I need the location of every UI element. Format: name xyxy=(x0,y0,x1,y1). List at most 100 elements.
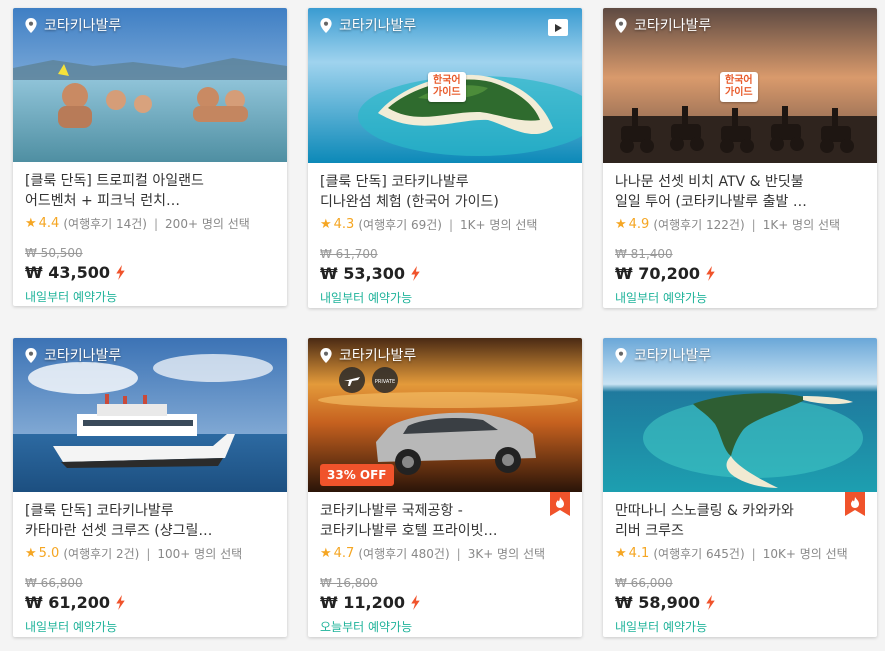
sale-price: ₩ 58,900 xyxy=(615,593,700,612)
price-row: ₩ 11,200 xyxy=(320,593,570,612)
review-count: (여행후기 645건) xyxy=(653,547,745,561)
lightning-icon xyxy=(706,266,715,281)
original-price: ₩ 50,500 xyxy=(25,246,83,260)
lightning-icon xyxy=(706,595,715,610)
activity-image[interactable]: PRIVATE 코타키나발루 33% OFF xyxy=(308,338,582,492)
map-pin-icon xyxy=(25,17,37,33)
rating-value: 5.0 xyxy=(38,546,60,561)
activity-image[interactable]: 코타키나발루 xyxy=(13,338,287,492)
rating-row: ★ 4.9 (여행후기 122건) | 1K+ 명의 선택 xyxy=(615,216,865,233)
booked-count: 1K+ 명의 선택 xyxy=(460,218,538,232)
availability-text: 내일부터 예약가능 xyxy=(25,290,118,304)
availability-text: 내일부터 예약가능 xyxy=(615,620,708,634)
sale-price: ₩ 53,300 xyxy=(320,264,405,283)
activity-card[interactable]: 코타키나발루 만따나니 스노클링 & 카와카와 리버 크루즈 ★ 4.1 (여행… xyxy=(603,338,877,637)
activity-image[interactable]: 코타키나발루 xyxy=(603,338,877,492)
sale-price: ₩ 61,200 xyxy=(25,593,110,612)
rating-row: ★ 4.7 (여행후기 480건) | 3K+ 명의 선택 xyxy=(320,545,570,562)
sale-price: ₩ 70,200 xyxy=(615,264,700,283)
location-text: 코타키나발루 xyxy=(339,348,417,364)
star-icon: ★ xyxy=(25,216,37,231)
location-label: 코타키나발루 xyxy=(320,345,416,365)
price-row: ₩ 58,900 xyxy=(615,593,865,612)
original-price: ₩ 66,000 xyxy=(615,576,673,590)
korean-guide-badge: 한국어 가이드 xyxy=(720,72,758,102)
divider: | xyxy=(154,216,159,231)
discount-badge: 33% OFF xyxy=(320,464,394,486)
availability-text: 내일부터 예약가능 xyxy=(615,291,708,305)
rating-value: 4.3 xyxy=(333,217,355,232)
price-row: ₩ 61,200 xyxy=(25,593,275,612)
map-pin-icon xyxy=(25,347,37,363)
korean-guide-badge: 한국어 가이드 xyxy=(428,72,466,102)
review-count: (여행후기 14건) xyxy=(63,217,147,231)
activity-card[interactable]: 코타키나발루 한국어 가이드 [클룩 단독] 코타키나발루 디나완섬 체험 (한… xyxy=(308,8,582,308)
booked-count: 200+ 명의 선택 xyxy=(165,217,250,231)
location-text: 코타키나발루 xyxy=(44,348,122,364)
divider: | xyxy=(456,546,461,561)
divider: | xyxy=(751,546,756,561)
location-label: 코타키나발루 xyxy=(615,345,711,365)
location-text: 코타키나발루 xyxy=(634,348,712,364)
activity-title[interactable]: 코타키나발루 국제공항 - 코타키나발루 호텔 프라이빗… xyxy=(320,501,570,541)
map-pin-icon xyxy=(320,347,332,363)
play-icon xyxy=(555,23,562,32)
map-pin-icon xyxy=(615,347,627,363)
activity-image[interactable]: 코타키나발루 한국어 가이드 xyxy=(308,8,582,163)
rating-row: ★ 4.4 (여행후기 14건) | 200+ 명의 선택 xyxy=(25,215,275,232)
lightning-icon xyxy=(116,265,125,280)
rating-value: 4.7 xyxy=(333,546,355,561)
original-price: ₩ 61,700 xyxy=(320,247,378,261)
activity-image[interactable]: 코타키나발루 한국어 가이드 xyxy=(603,8,877,163)
divider: | xyxy=(751,217,756,232)
activity-image[interactable]: 코타키나발루 xyxy=(13,8,287,162)
activity-card[interactable]: PRIVATE 코타키나발루 33% OFF 코타키나발루 국제공항 - 코타키… xyxy=(308,338,582,637)
activity-title[interactable]: [클룩 단독] 트로피컬 아일랜드 어드벤처 + 피크닉 런치… xyxy=(25,171,275,211)
activity-title[interactable]: 만따나니 스노클링 & 카와카와 리버 크루즈 xyxy=(615,501,865,541)
availability-text: 오늘부터 예약가능 xyxy=(320,620,413,634)
rating-row: ★ 5.0 (여행후기 2건) | 100+ 명의 선택 xyxy=(25,545,275,562)
divider: | xyxy=(449,217,454,232)
video-badge[interactable] xyxy=(548,19,568,36)
availability-text: 내일부터 예약가능 xyxy=(320,291,413,305)
activity-card[interactable]: 코타키나발루 [클룩 단독] 코타키나발루 카타마란 선셋 크루즈 (샹그릴… … xyxy=(13,338,287,637)
activity-title[interactable]: [클룩 단독] 코타키나발루 디나완섬 체험 (한국어 가이드) xyxy=(320,172,570,212)
hot-deal-icon xyxy=(845,492,865,516)
location-text: 코타키나발루 xyxy=(44,18,122,34)
location-text: 코타키나발루 xyxy=(634,18,712,34)
booked-count: 1K+ 명의 선택 xyxy=(762,218,841,232)
booked-count: 100+ 명의 선택 xyxy=(157,547,243,561)
star-icon: ★ xyxy=(615,546,627,561)
star-icon: ★ xyxy=(615,217,627,232)
review-count: (여행후기 122건) xyxy=(653,218,745,232)
star-icon: ★ xyxy=(25,546,37,561)
sale-price: ₩ 11,200 xyxy=(320,593,405,612)
location-label: 코타키나발루 xyxy=(320,15,416,35)
location-label: 코타키나발루 xyxy=(615,15,711,35)
lightning-icon xyxy=(411,266,420,281)
original-price: ₩ 81,400 xyxy=(615,247,673,261)
activity-title[interactable]: [클룩 단독] 코타키나발루 카타마란 선셋 크루즈 (샹그릴… xyxy=(25,501,275,541)
location-label: 코타키나발루 xyxy=(25,345,121,365)
lightning-icon xyxy=(116,595,125,610)
booked-count: 10K+ 명의 선택 xyxy=(762,547,848,561)
location-text: 코타키나발루 xyxy=(339,18,417,34)
activity-card[interactable]: 코타키나발루 한국어 가이드 나나문 선셋 비치 ATV & 반딧불 일일 투어… xyxy=(603,8,877,308)
availability-text: 내일부터 예약가능 xyxy=(25,620,118,634)
booked-count: 3K+ 명의 선택 xyxy=(467,547,546,561)
original-price: ₩ 16,800 xyxy=(320,576,378,590)
rating-value: 4.9 xyxy=(628,217,650,232)
rating-value: 4.1 xyxy=(628,546,650,561)
location-label: 코타키나발루 xyxy=(25,15,121,35)
hot-deal-icon xyxy=(550,492,570,516)
review-count: (여행후기 480건) xyxy=(358,547,450,561)
price-row: ₩ 53,300 xyxy=(320,264,570,283)
activity-card[interactable]: 코타키나발루 [클룩 단독] 트로피컬 아일랜드 어드벤처 + 피크닉 런치… … xyxy=(13,8,287,306)
map-pin-icon xyxy=(320,17,332,33)
original-price: ₩ 66,800 xyxy=(25,576,83,590)
rating-row: ★ 4.3 (여행후기 69건) | 1K+ 명의 선택 xyxy=(320,216,570,233)
activity-title[interactable]: 나나문 선셋 비치 ATV & 반딧불 일일 투어 (코타키나발루 출발 … xyxy=(615,172,865,212)
review-count: (여행후기 2건) xyxy=(63,547,140,561)
lightning-icon xyxy=(411,595,420,610)
divider: | xyxy=(146,546,151,561)
